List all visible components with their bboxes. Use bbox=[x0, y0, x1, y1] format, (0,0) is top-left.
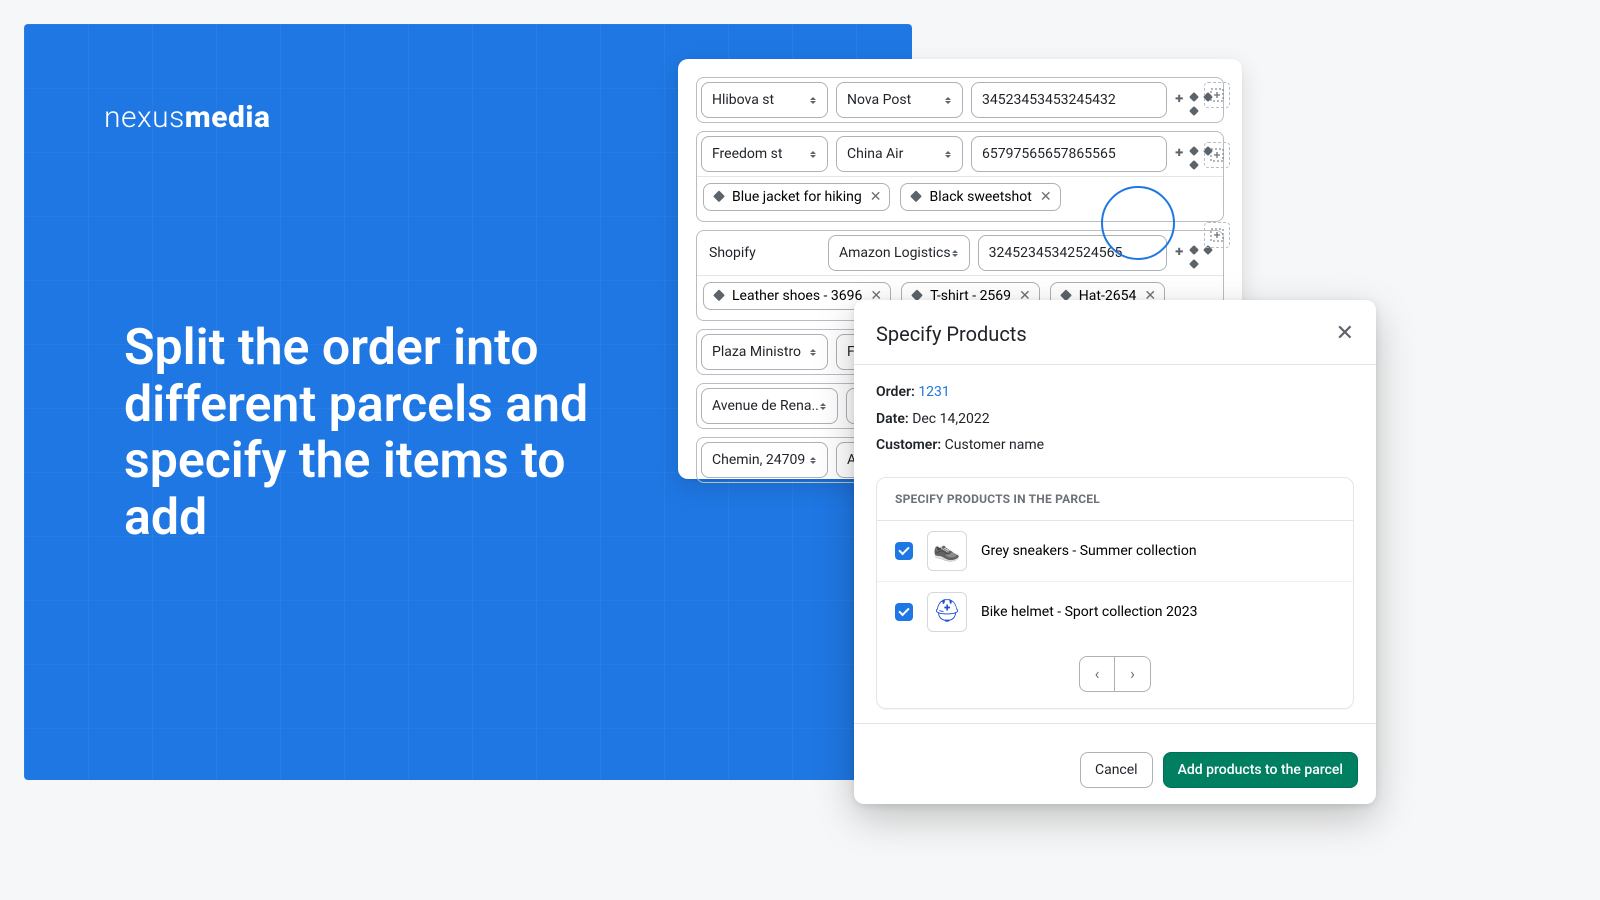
add-parcel-button[interactable] bbox=[1204, 222, 1230, 248]
product-name: Bike helmet - Sport collection 2023 bbox=[981, 604, 1197, 620]
close-icon[interactable]: ✕ bbox=[1336, 323, 1354, 345]
tag-icon bbox=[712, 191, 724, 203]
add-products-button[interactable]: Add products to the parcel bbox=[1163, 752, 1358, 788]
divider bbox=[854, 723, 1376, 724]
tag-icon bbox=[1189, 155, 1201, 167]
tag-icon bbox=[1189, 101, 1201, 113]
tag-icon bbox=[1189, 141, 1201, 153]
page-next-button[interactable]: › bbox=[1115, 656, 1151, 692]
order-meta: Order: 1231 Date: Dec 14,2022 Customer: … bbox=[854, 365, 1376, 469]
plus-icon bbox=[1175, 240, 1187, 252]
brand-logo: nexusmedia bbox=[104, 100, 270, 135]
tag-icon bbox=[1189, 240, 1201, 252]
tag-icon bbox=[1189, 87, 1201, 99]
caret-icon bbox=[944, 97, 952, 104]
brand-thin: nexus bbox=[104, 100, 185, 135]
carrier-select[interactable]: Amazon Logistics bbox=[828, 235, 970, 271]
caret-icon bbox=[809, 349, 817, 356]
products-card-heading: SPECIFY PRODUCTS IN THE PARCEL bbox=[877, 478, 1353, 520]
product-thumbnail: 👟 bbox=[927, 531, 967, 571]
address-select[interactable]: Avenue de Rena.. bbox=[701, 388, 838, 424]
parcel-row: Freedom st China Air 65797565657865565 B… bbox=[696, 131, 1224, 222]
add-parcel-button[interactable] bbox=[1204, 142, 1230, 168]
tracking-input[interactable]: 34523453453245432 bbox=[971, 82, 1167, 118]
cancel-button[interactable]: Cancel bbox=[1080, 752, 1153, 788]
carrier-select[interactable]: China Air bbox=[836, 136, 963, 172]
parcel-row: Hlibova st Nova Post 34523453453245432 bbox=[696, 77, 1224, 123]
product-chip: Black sweetshot✕ bbox=[900, 183, 1060, 211]
address-select[interactable]: Freedom st bbox=[701, 136, 828, 172]
chip-remove-icon[interactable]: ✕ bbox=[870, 190, 882, 204]
chip-remove-icon[interactable]: ✕ bbox=[1040, 190, 1052, 204]
order-link[interactable]: 1231 bbox=[918, 384, 949, 400]
tracking-input[interactable]: 65797565657865565 bbox=[971, 136, 1167, 172]
caret-icon bbox=[944, 151, 952, 158]
address-label: Shopify bbox=[697, 231, 824, 275]
caret-icon bbox=[809, 457, 817, 464]
product-checkbox[interactable] bbox=[895, 603, 913, 621]
products-card: SPECIFY PRODUCTS IN THE PARCEL 👟 Grey sn… bbox=[876, 477, 1354, 709]
address-select[interactable]: Chemin, 24709 bbox=[701, 442, 828, 478]
tag-icon bbox=[1189, 254, 1201, 266]
promo-headline: Split the order into different parcels a… bbox=[124, 320, 644, 546]
product-thumbnail: ⛑ bbox=[927, 592, 967, 632]
tag-icon bbox=[909, 191, 921, 203]
caret-icon bbox=[809, 151, 817, 158]
modal-title: Specify Products bbox=[876, 322, 1027, 346]
carrier-select[interactable]: Nova Post bbox=[836, 82, 963, 118]
tag-icon bbox=[712, 290, 724, 302]
product-row: 👟 Grey sneakers - Summer collection bbox=[877, 521, 1353, 581]
address-select[interactable]: Plaza Ministro bbox=[701, 334, 828, 370]
product-row: ⛑ Bike helmet - Sport collection 2023 bbox=[877, 581, 1353, 642]
caret-icon bbox=[951, 250, 959, 257]
product-chip: Blue jacket for hiking✕ bbox=[703, 183, 890, 211]
add-parcel-button[interactable] bbox=[1204, 82, 1230, 108]
specify-products-modal: Specify Products ✕ Order: 1231 Date: Dec… bbox=[854, 300, 1376, 804]
pagination: ‹ › bbox=[877, 642, 1353, 708]
page-prev-button[interactable]: ‹ bbox=[1079, 656, 1115, 692]
brand-bold: media bbox=[185, 100, 271, 135]
address-select[interactable]: Hlibova st bbox=[701, 82, 828, 118]
plus-icon bbox=[1175, 141, 1187, 153]
caret-icon bbox=[809, 97, 817, 104]
tracking-input[interactable]: 32452345342524565 bbox=[978, 235, 1167, 271]
caret-icon bbox=[819, 403, 827, 410]
product-checkbox[interactable] bbox=[895, 542, 913, 560]
product-name: Grey sneakers - Summer collection bbox=[981, 543, 1197, 559]
plus-icon bbox=[1175, 87, 1187, 99]
